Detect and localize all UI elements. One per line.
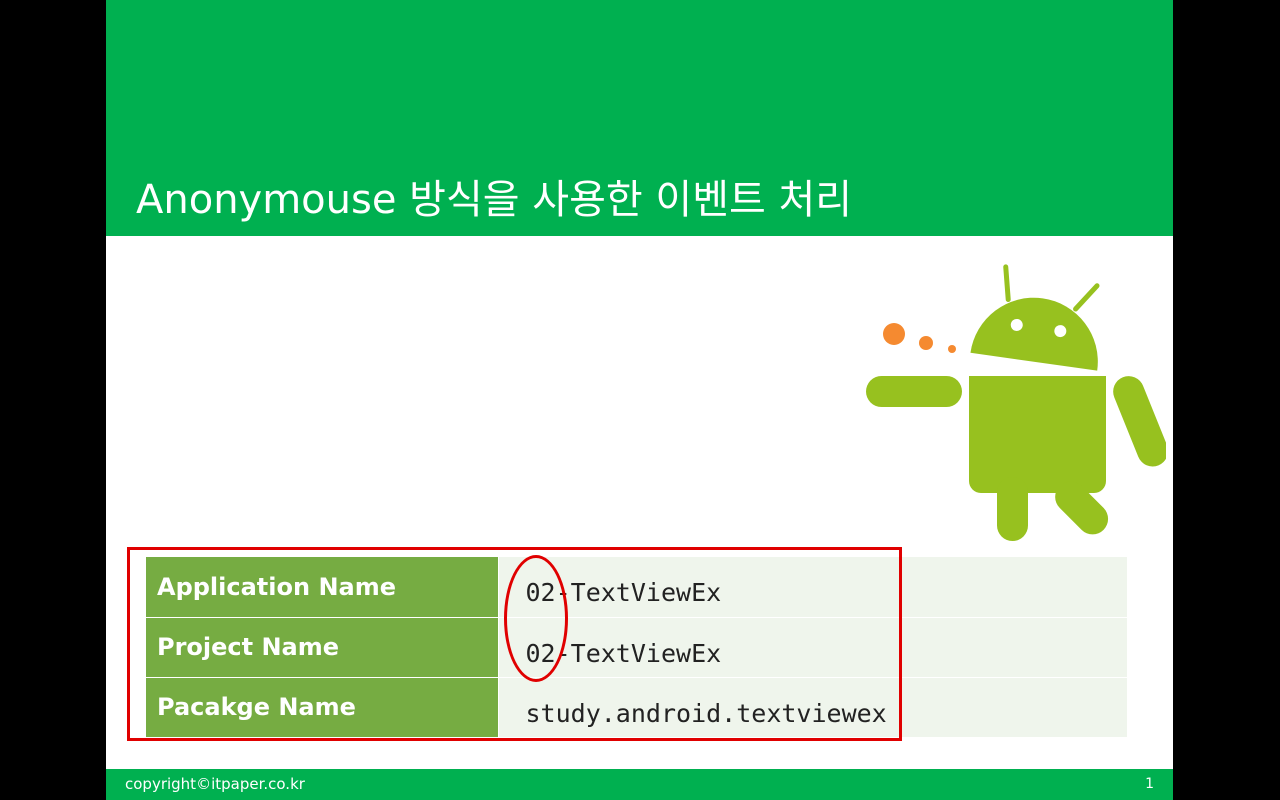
page-number: 1 bbox=[1145, 776, 1154, 792]
slide-title: Anonymouse 방식을 사용한 이벤트 처리 bbox=[136, 177, 853, 223]
android-robot-icon bbox=[866, 264, 1166, 541]
slide-header: Anonymouse 방식을 사용한 이벤트 처리 bbox=[106, 0, 1173, 236]
copyright-text: copyright©itpaper.co.kr bbox=[125, 775, 305, 793]
slide-footer: copyright©itpaper.co.kr 1 bbox=[106, 769, 1173, 800]
slide: Anonymouse 방식을 사용한 이벤트 처리 Application Na… bbox=[106, 0, 1173, 800]
highlight-ellipse bbox=[504, 555, 568, 682]
